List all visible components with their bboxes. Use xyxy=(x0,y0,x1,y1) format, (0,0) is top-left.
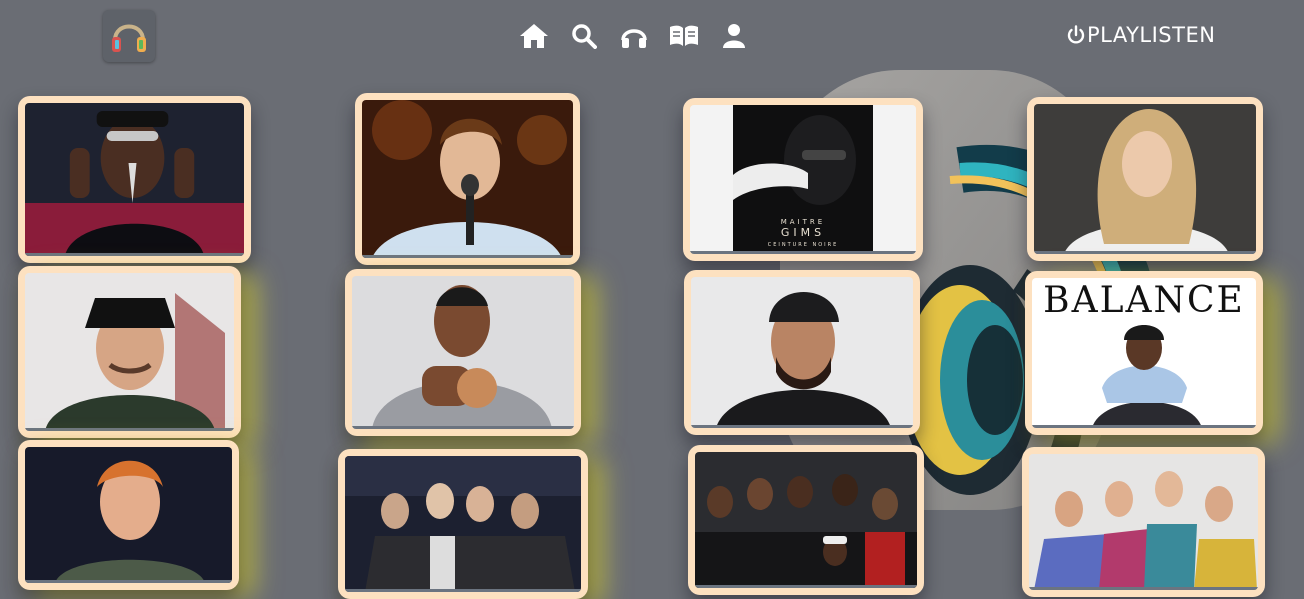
artist-card[interactable] xyxy=(1027,97,1263,261)
artist-card[interactable] xyxy=(338,449,588,599)
artist-photo xyxy=(345,456,581,592)
headphones-logo-icon xyxy=(103,10,155,62)
artist-card[interactable] xyxy=(355,93,580,265)
artist-card[interactable] xyxy=(18,266,241,438)
album-card[interactable]: BALANCE xyxy=(1025,271,1263,435)
user-icon xyxy=(723,24,745,48)
artist-card[interactable] xyxy=(1022,447,1265,597)
artist-card[interactable] xyxy=(684,270,920,435)
book-icon xyxy=(670,25,698,46)
artist-photo xyxy=(1034,104,1256,254)
artist-photo xyxy=(1029,454,1258,590)
top-nav-bar: PLAYLISTEN xyxy=(0,0,1304,70)
nav-library[interactable] xyxy=(668,21,700,51)
brand-name: PLAYLISTEN xyxy=(1087,23,1216,47)
artist-card[interactable] xyxy=(18,440,239,590)
search-icon xyxy=(572,24,597,49)
nav-listen[interactable] xyxy=(618,21,650,51)
artist-card[interactable] xyxy=(345,269,581,436)
album-card[interactable]: MAITRE GIMS CEINTURE NOIRE xyxy=(683,98,923,261)
artist-photo xyxy=(362,100,573,258)
nav-profile[interactable] xyxy=(718,21,750,51)
artist-photo xyxy=(25,447,232,583)
nav-home[interactable] xyxy=(518,21,550,51)
home-icon xyxy=(520,24,548,48)
artist-card[interactable] xyxy=(688,445,924,595)
artist-photo xyxy=(352,276,574,429)
artist-photo xyxy=(25,103,244,256)
album-artist-label: MAITRE xyxy=(780,218,826,226)
album-title-label: BALANCE xyxy=(1043,280,1245,321)
album-subtitle-label: CEINTURE NOIRE xyxy=(767,242,839,248)
brand-logout[interactable]: PLAYLISTEN xyxy=(1066,20,1215,50)
artist-photo xyxy=(695,452,917,588)
artist-card[interactable] xyxy=(18,96,251,263)
artist-photo xyxy=(25,273,234,431)
nav-search[interactable] xyxy=(568,21,600,51)
main-nav xyxy=(518,20,750,52)
app-logo[interactable] xyxy=(103,10,155,62)
artist-photo xyxy=(691,277,913,428)
headphones-icon xyxy=(621,29,647,48)
power-icon xyxy=(1067,25,1085,44)
album-title-label: GIMS xyxy=(780,226,826,239)
